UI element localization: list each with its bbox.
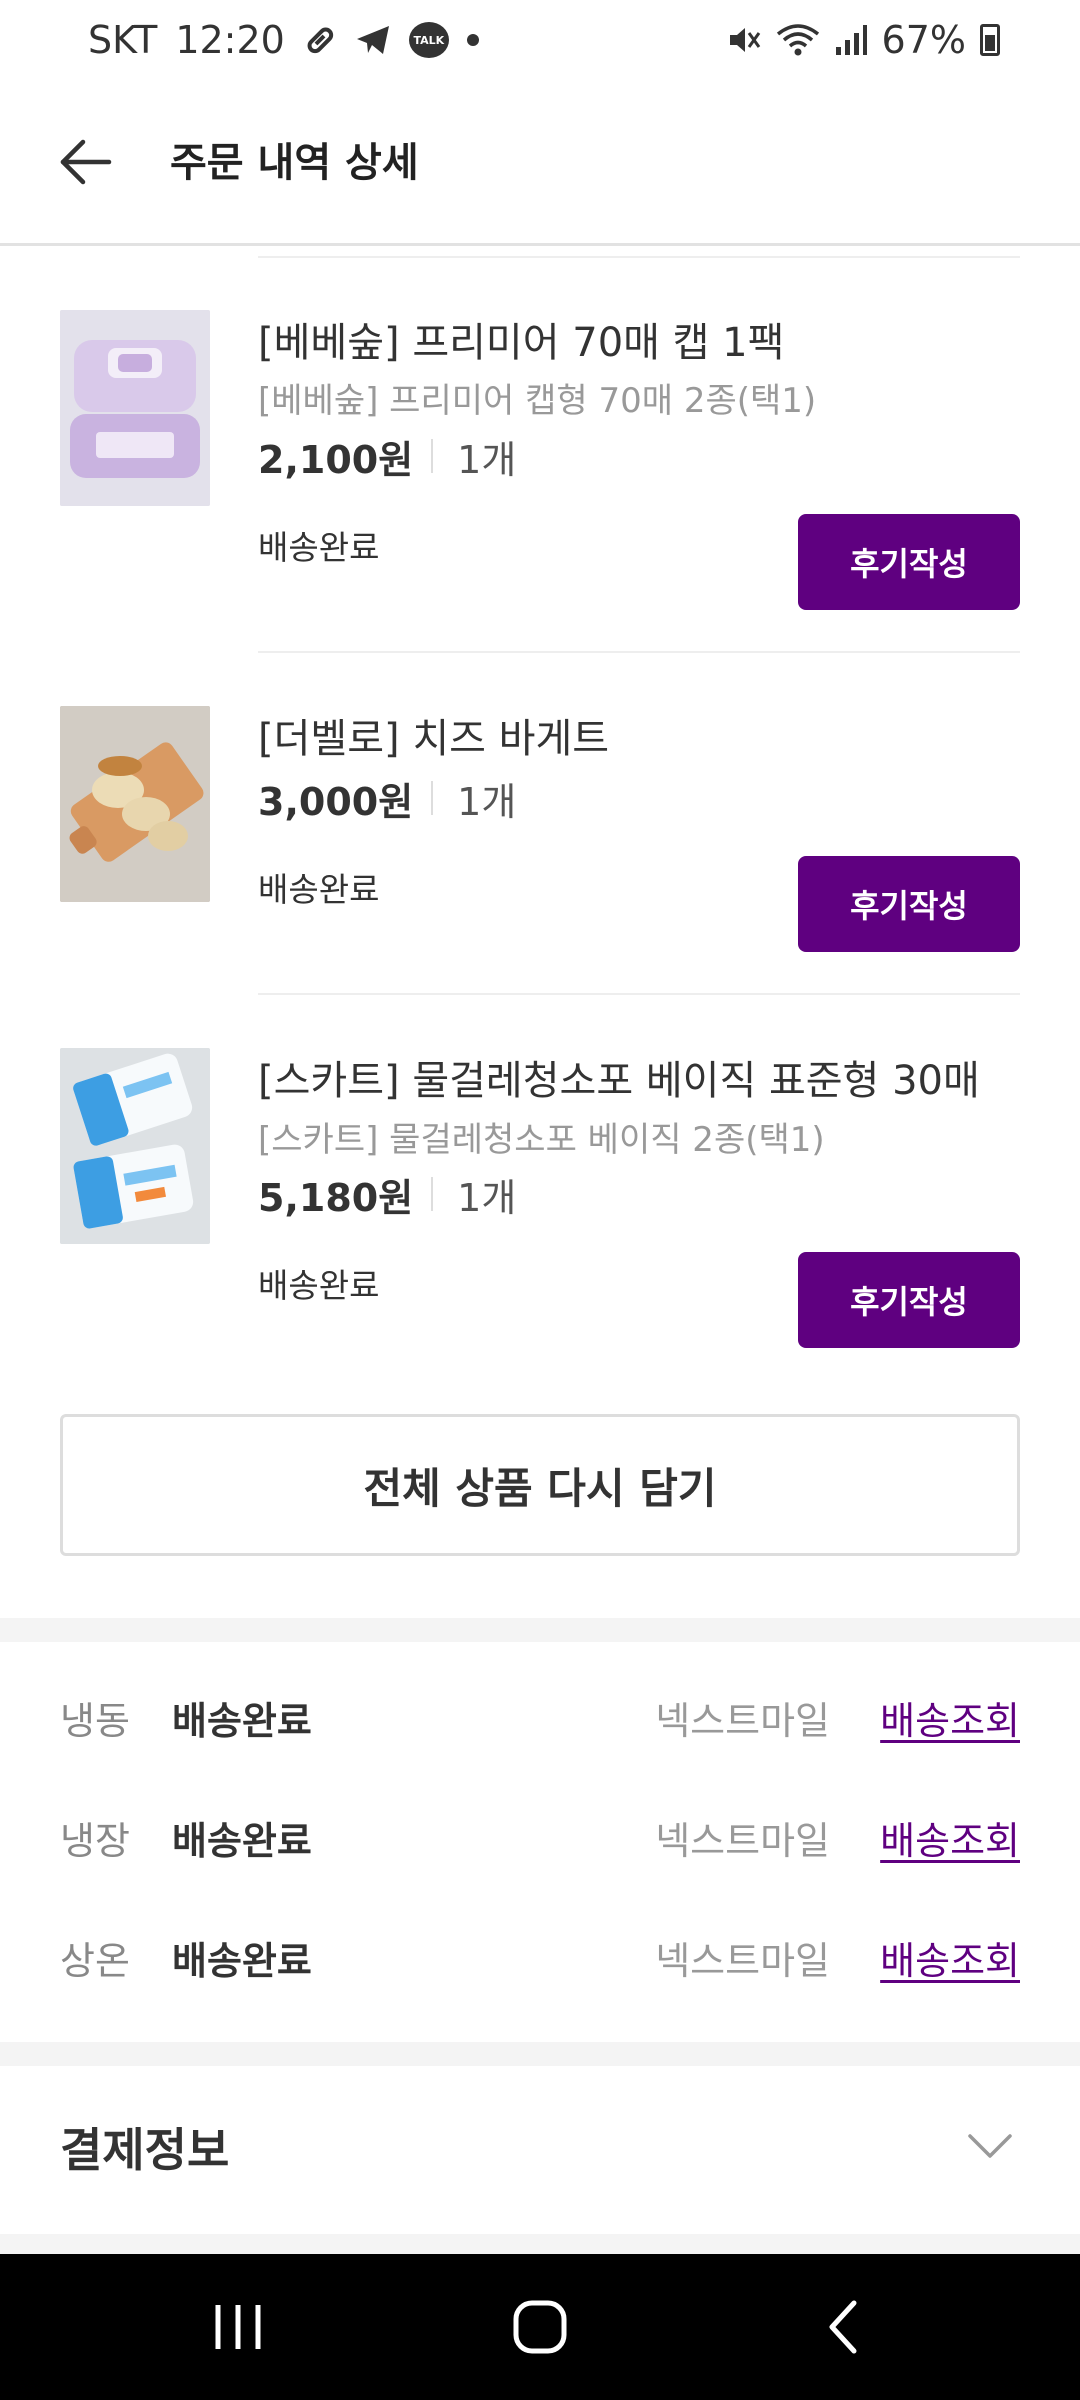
divider xyxy=(258,256,1020,258)
delivery-status: 배송완료 xyxy=(258,528,380,567)
arrow-left-icon xyxy=(60,139,112,185)
talk-icon: TALK xyxy=(408,20,449,60)
product-image[interactable] xyxy=(60,706,210,902)
write-review-button[interactable]: 후기작성 xyxy=(798,856,1020,952)
product-name[interactable]: [베베숲] 프리미어 70매 캡 1팩 xyxy=(258,310,784,368)
reorder-all-button[interactable]: 전체 상품 다시 담기 xyxy=(60,1414,1020,1556)
courier-name: 넥스트마일 xyxy=(655,1699,830,1743)
delivery-status: 배송완료 xyxy=(172,1819,312,1863)
storage-type: 상온 xyxy=(60,1939,130,1983)
separator xyxy=(431,781,434,815)
battery-icon xyxy=(980,20,1000,60)
product-price: 5,180원 xyxy=(258,1175,414,1220)
payment-info-title: 결제정보 xyxy=(60,2123,230,2177)
write-review-button[interactable]: 후기작성 xyxy=(798,514,1020,610)
product-option: [베베숲] 프리미어 캡형 70매 2종(택1) xyxy=(258,381,817,421)
track-delivery-link[interactable]: 배송조회 xyxy=(880,1690,1020,1745)
wifi-icon xyxy=(776,20,820,60)
section-divider xyxy=(0,1618,1080,1642)
product-image[interactable] xyxy=(60,1048,210,1244)
home-icon xyxy=(513,2300,567,2354)
section-divider xyxy=(0,2234,1080,2254)
app-header: 주문 내역 상세 xyxy=(0,80,1080,246)
price-row: 2,100원 1개 xyxy=(258,430,516,482)
battery-percent: 67% xyxy=(881,18,966,62)
product-image[interactable] xyxy=(60,310,210,506)
track-delivery-link[interactable]: 배송조회 xyxy=(880,1930,1020,1985)
notification-dot-icon xyxy=(466,20,479,60)
product-price: 3,000원 xyxy=(258,779,414,824)
separator xyxy=(431,439,434,473)
separator xyxy=(431,1177,434,1211)
recent-apps-button[interactable] xyxy=(178,2282,298,2372)
clock: 12:20 xyxy=(175,18,285,62)
home-button[interactable] xyxy=(480,2282,600,2372)
delivery-status: 배송완료 xyxy=(258,870,380,909)
delivery-status: 배송완료 xyxy=(258,1266,380,1305)
product-option: [스카트] 물걸레청소포 베이직 2종(택1) xyxy=(258,1120,825,1160)
courier-name: 넥스트마일 xyxy=(655,1939,830,1983)
delivery-status: 배송완료 xyxy=(172,1699,312,1743)
product-quantity: 1개 xyxy=(457,437,517,482)
product-name[interactable]: [더벨로] 치즈 바게트 xyxy=(258,706,609,764)
divider xyxy=(258,651,1020,653)
price-row: 3,000원 1개 xyxy=(258,772,516,824)
write-review-button[interactable]: 후기작성 xyxy=(798,1252,1020,1348)
track-delivery-link[interactable]: 배송조회 xyxy=(880,1810,1020,1865)
recent-apps-icon xyxy=(215,2305,261,2349)
courier-name: 넥스트마일 xyxy=(655,1819,830,1863)
back-icon xyxy=(829,2300,857,2354)
signal-icon xyxy=(834,20,868,60)
chevron-down-icon xyxy=(968,2134,1012,2158)
carrier-label: SKT xyxy=(88,18,158,62)
storage-type: 냉장 xyxy=(60,1819,130,1863)
delivery-row: 상온 배송완료 넥스트마일 배송조회 xyxy=(0,1916,1080,1996)
divider xyxy=(258,993,1020,995)
status-bar: SKT 12:20 TALK 67% xyxy=(0,0,1080,80)
product-price: 2,100원 xyxy=(258,437,414,482)
delivery-status: 배송완료 xyxy=(172,1939,312,1983)
page-title: 주문 내역 상세 xyxy=(170,140,419,186)
system-back-button[interactable] xyxy=(784,2282,904,2372)
delivery-row: 냉동 배송완료 넥스트마일 배송조회 xyxy=(0,1676,1080,1756)
back-button[interactable] xyxy=(50,122,120,202)
delivery-row: 냉장 배송완료 넥스트마일 배송조회 xyxy=(0,1796,1080,1876)
mute-icon xyxy=(726,20,762,60)
product-quantity: 1개 xyxy=(457,779,517,824)
telegram-icon xyxy=(355,20,391,60)
product-name[interactable]: [스카트] 물걸레청소포 베이직 표준형 30매 xyxy=(258,1048,980,1106)
payment-info-toggle[interactable]: 결제정보 xyxy=(0,2066,1080,2234)
section-divider xyxy=(0,2042,1080,2066)
storage-type: 냉동 xyxy=(60,1699,130,1743)
product-quantity: 1개 xyxy=(457,1175,517,1220)
link-icon xyxy=(303,20,337,60)
system-nav-bar xyxy=(0,2254,1080,2400)
price-row: 5,180원 1개 xyxy=(258,1168,516,1220)
